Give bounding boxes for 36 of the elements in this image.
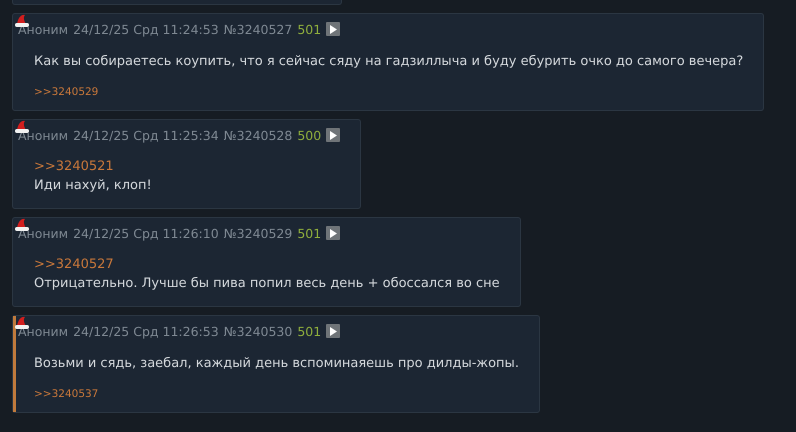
post-date: 24/12/25 Срд 11:26:10 bbox=[73, 226, 219, 240]
expand-button[interactable] bbox=[326, 226, 340, 240]
poster-name: Аноним bbox=[18, 324, 68, 338]
post-date: 24/12/25 Срд 11:24:53 bbox=[73, 22, 219, 36]
santa-hat-icon bbox=[14, 314, 30, 330]
quote-link[interactable]: >>3240527 bbox=[34, 256, 500, 274]
post-text: Отрицательно. Лучше бы пива попил весь день + обоссался во сне bbox=[34, 275, 500, 293]
play-icon bbox=[329, 228, 338, 238]
post-text: Как вы собираетесь коупить, что я сейчас сяду на гадзиллыча и буду ебурить очко до самого вечера? bbox=[34, 53, 744, 71]
santa-hat-icon bbox=[14, 118, 30, 134]
post-date: 24/12/25 Срд 11:26:53 bbox=[73, 324, 219, 338]
post-date: 24/12/25 Срд 11:25:34 bbox=[73, 128, 219, 142]
post-number[interactable]: №3240529 bbox=[224, 226, 292, 240]
santa-hat-icon bbox=[14, 12, 30, 28]
post-number[interactable]: №3240528 bbox=[224, 128, 292, 142]
expand-button[interactable] bbox=[326, 324, 340, 338]
quote-link[interactable]: >>3240521 bbox=[34, 158, 340, 176]
post-count: 501 bbox=[297, 226, 322, 240]
post-count: 501 bbox=[297, 22, 322, 36]
santa-hat-icon bbox=[14, 216, 30, 232]
poster-name: Аноним bbox=[18, 226, 68, 240]
reply-link[interactable]: >>3240537 bbox=[34, 388, 98, 400]
play-icon bbox=[329, 24, 338, 34]
post-count: 500 bbox=[297, 128, 322, 142]
poster-name: Аноним bbox=[18, 128, 68, 142]
reply-link[interactable]: >>3240529 bbox=[34, 86, 98, 98]
play-icon bbox=[329, 130, 338, 140]
expand-button[interactable] bbox=[326, 128, 340, 142]
play-icon bbox=[329, 326, 338, 336]
post-text: Возьми и сядь, заебал, каждый день вспоминаяешь про дилды-жопы. bbox=[34, 355, 519, 373]
post-number[interactable]: №3240530 bbox=[224, 324, 292, 338]
expand-button[interactable] bbox=[326, 22, 340, 36]
post-text: Иди нахуй, клоп! bbox=[34, 177, 153, 195]
post-number[interactable]: №3240527 bbox=[224, 22, 292, 36]
post-count: 501 bbox=[297, 324, 322, 338]
poster-name: Аноним bbox=[18, 22, 68, 36]
